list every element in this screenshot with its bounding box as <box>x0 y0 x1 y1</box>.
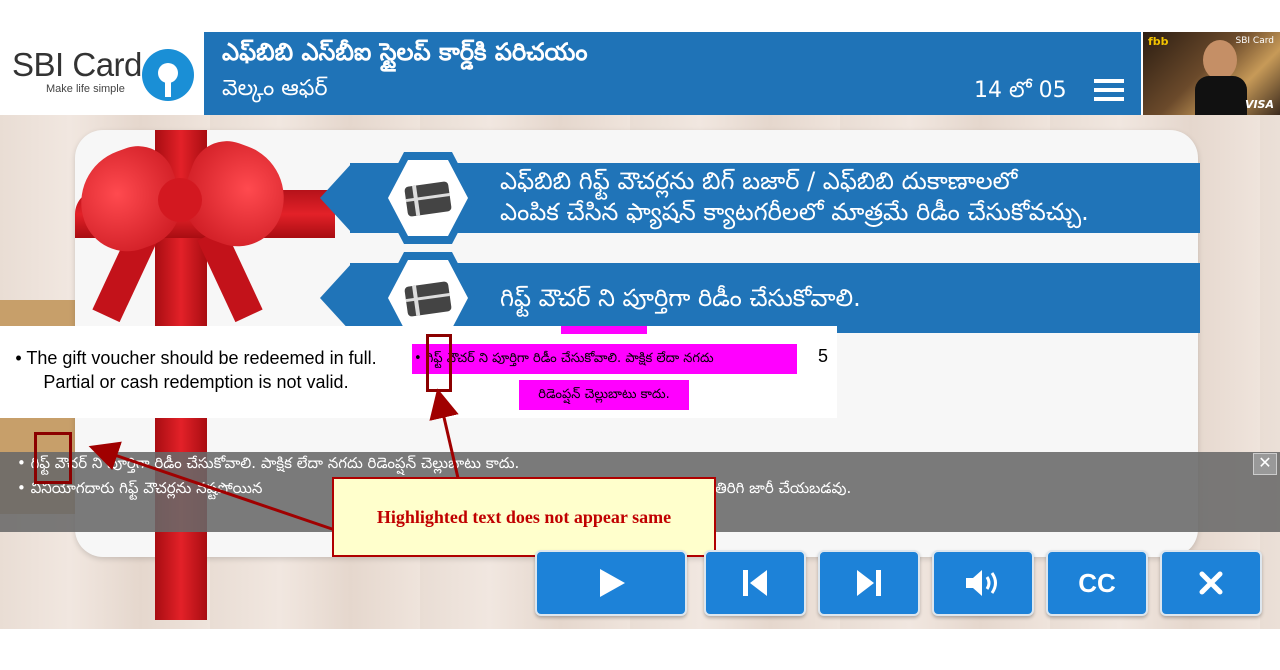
next-icon <box>857 570 881 596</box>
volume-icon <box>966 570 997 596</box>
arrow-to-telugu-highlight <box>429 388 460 479</box>
next-button[interactable] <box>818 550 920 616</box>
previous-button[interactable] <box>704 550 806 616</box>
arrow-to-caption-highlight <box>88 441 336 532</box>
cc-button[interactable]: CC <box>1046 550 1148 616</box>
close-button[interactable] <box>1160 550 1262 616</box>
cc-button-label: CC <box>1078 568 1116 598</box>
close-icon <box>1199 571 1223 595</box>
play-icon <box>600 569 625 597</box>
audio-button[interactable] <box>932 550 1034 616</box>
play-button[interactable] <box>535 550 687 616</box>
qa-callout: Highlighted text does not appear same <box>332 477 716 557</box>
qa-callout-text: Highlighted text does not appear same <box>376 507 672 527</box>
previous-icon <box>743 570 767 596</box>
